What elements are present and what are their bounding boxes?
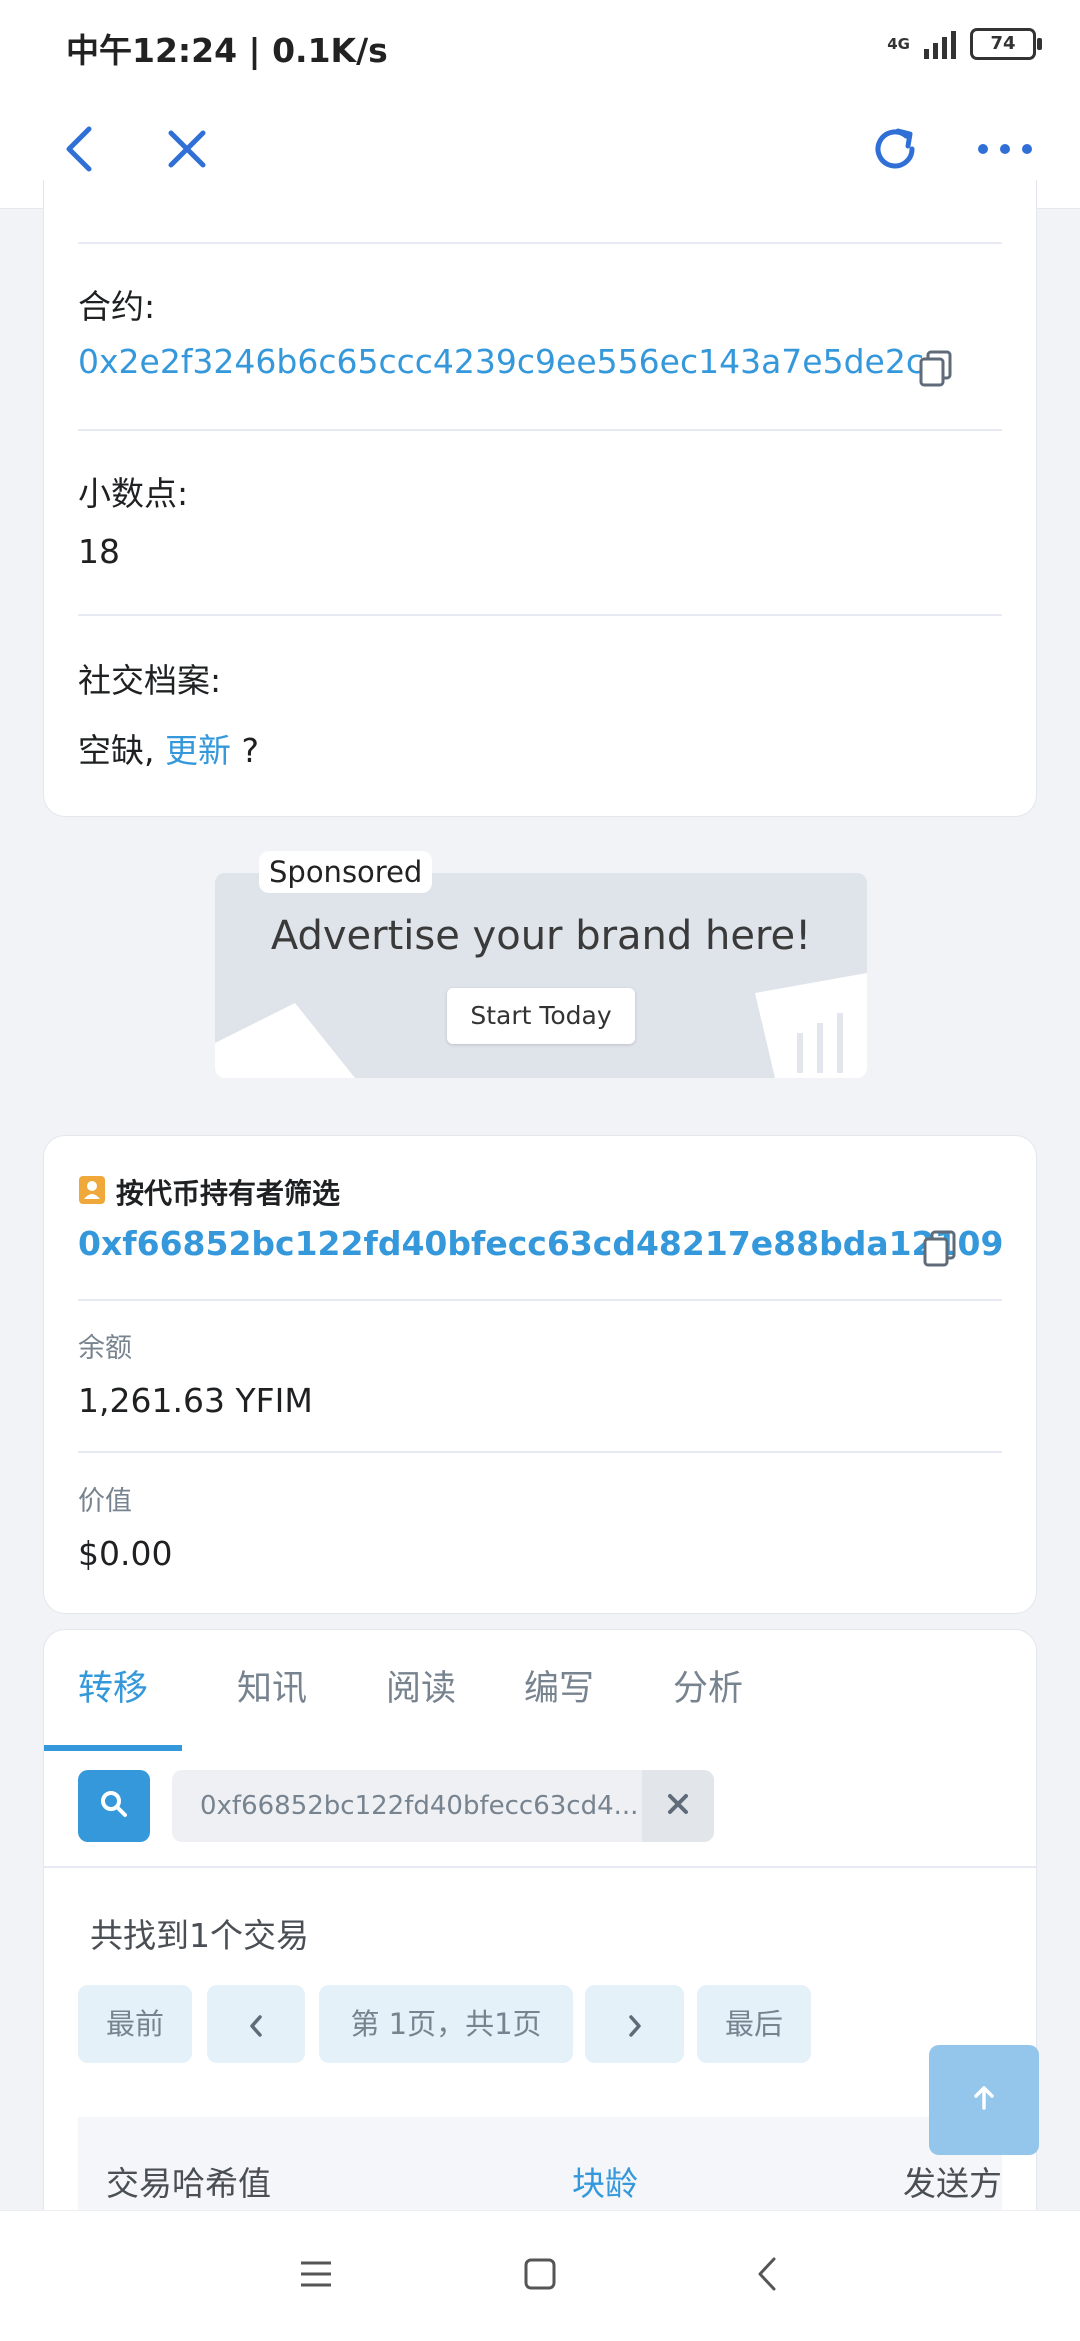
prev-page-button[interactable] (207, 1985, 305, 2063)
value-label: 价值 (78, 1486, 132, 1517)
ad-banner[interactable]: Advertise your brand here! Start Today (215, 873, 867, 1078)
status-bar: 中午12:24 | 0.1K/s 4G 74 (0, 0, 1080, 90)
header-tx-hash: 交易哈希值 (106, 2164, 271, 2203)
decimals-label: 小数点: (78, 474, 189, 513)
tab-write[interactable]: 编写 (524, 1660, 594, 1711)
transfers-card: 转移 知讯 阅读 编写 分析 0xf66852bc122fd40bfecc63c… (43, 1629, 1037, 2250)
divider (78, 614, 1002, 616)
status-indicators: 4G 74 (887, 28, 1042, 60)
last-page-button[interactable]: 最后 (697, 1985, 811, 2063)
holder-filter-header: 按代币持有者筛选 (78, 1172, 340, 1212)
search-input[interactable]: 0xf66852bc122fd40bfecc63cd4... (172, 1770, 642, 1842)
social-label: 社交档案: (78, 661, 222, 700)
menu-icon[interactable] (291, 2249, 341, 2299)
header-from: 发送方 (903, 2164, 1002, 2203)
search-icon (99, 1789, 129, 1823)
balance-label: 余额 (78, 1333, 132, 1364)
social-status: 空缺, (78, 731, 165, 770)
reload-icon[interactable] (860, 114, 930, 184)
tab-read[interactable]: 阅读 (386, 1660, 456, 1711)
divider (44, 1866, 1036, 1868)
holder-address-link[interactable]: 0xf66852bc122fd40bfecc63cd48217e88bda121… (78, 1224, 1003, 1263)
header-age[interactable]: 块龄 (572, 2157, 638, 2205)
home-icon[interactable] (515, 2249, 565, 2299)
copy-icon[interactable] (920, 1228, 960, 1268)
close-icon[interactable] (152, 114, 222, 184)
ad-cta-button[interactable]: Start Today (447, 988, 635, 1044)
more-icon[interactable] (970, 114, 1040, 184)
holder-filter-title: 按代币持有者筛选 (116, 1177, 341, 1210)
decimals-value: 18 (78, 532, 120, 571)
ad-headline: Advertise your brand here! (270, 913, 812, 959)
contract-address-link[interactable]: 0x2e2f3246b6c65ccc4239c9ee556ec143a7e5de… (78, 342, 924, 381)
divider (78, 1451, 1002, 1453)
next-page-button[interactable] (585, 1985, 684, 2063)
divider (78, 429, 1002, 431)
results-count: 共找到1个交易 (90, 1916, 309, 1955)
first-page-button[interactable]: 最前 (78, 1985, 192, 2063)
active-tab-indicator (44, 1745, 182, 1751)
tab-transfers[interactable]: 转移 (78, 1660, 148, 1711)
scroll-top-button[interactable] (929, 2045, 1039, 2155)
contract-label: 合约: (78, 287, 156, 326)
contact-icon (78, 1175, 106, 1209)
divider (78, 242, 1002, 244)
search-button[interactable] (78, 1770, 150, 1842)
holder-filter-card: 按代币持有者筛选 0xf66852bc122fd40bfecc63cd48217… (43, 1135, 1037, 1614)
system-nav-bar (0, 2210, 1080, 2341)
close-icon (667, 1793, 689, 1819)
battery-icon: 74 (970, 28, 1042, 60)
sponsored-label: Sponsored (259, 851, 433, 893)
balance-value: 1,261.63 YFIM (78, 1381, 313, 1420)
copy-icon[interactable] (916, 348, 956, 388)
network-label: 4G (887, 35, 910, 53)
arrow-up-icon (969, 2083, 999, 2117)
system-back-icon[interactable] (742, 2249, 792, 2299)
status-time: 中午12:24 | 0.1K/s (66, 31, 388, 70)
clear-search-button[interactable] (642, 1770, 714, 1842)
token-info-card: 合约: 0x2e2f3246b6c65ccc4239c9ee556ec143a7… (43, 180, 1037, 817)
social-suffix: ? (230, 731, 259, 770)
social-value: 空缺, 更新 ? (78, 724, 259, 772)
page-indicator: 第 1页，共1页 (319, 1985, 573, 2063)
tab-analytics[interactable]: 分析 (673, 1660, 743, 1711)
update-link[interactable]: 更新 (165, 731, 231, 770)
back-icon[interactable] (44, 114, 114, 184)
tab-info[interactable]: 知讯 (237, 1660, 307, 1711)
divider (78, 1299, 1002, 1301)
value-amount: $0.00 (78, 1534, 173, 1573)
signal-icon (924, 29, 956, 59)
